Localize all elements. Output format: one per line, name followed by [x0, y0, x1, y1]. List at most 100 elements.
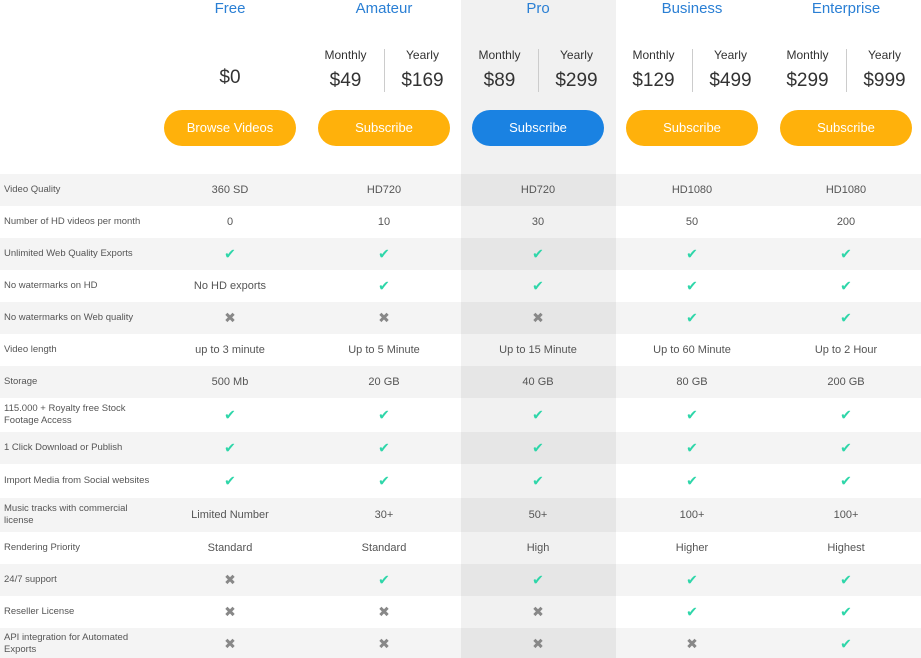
- check-icon: ✔: [840, 406, 852, 423]
- check-icon: ✔: [532, 245, 544, 262]
- check-icon: ✔: [686, 309, 698, 326]
- table-row: Number of HD videos per month 0 10 30 50 200: [0, 206, 921, 238]
- monthly-label: Monthly: [478, 48, 521, 62]
- check-icon: ✔: [686, 277, 698, 294]
- plan-pro: Pro Monthly $89 Yearly $299 Subscribe: [461, 0, 615, 160]
- plan-free: Free $0 Browse Videos: [153, 0, 307, 160]
- check-icon: ✔: [686, 406, 698, 423]
- feature-label: Reseller License: [4, 606, 75, 617]
- table-row: Music tracks with commercial license Limi…: [0, 498, 921, 532]
- feature-value: Up to 5 Minute: [348, 344, 420, 356]
- check-icon: ✔: [686, 571, 698, 588]
- yearly-amount: $169: [401, 70, 444, 91]
- yearly-price: Yearly $169: [384, 46, 461, 94]
- table-row: No watermarks on Web quality ✖ ✖ ✖ ✔ ✔: [0, 302, 921, 334]
- table-row: Reseller License ✖ ✖ ✖ ✔ ✔: [0, 596, 921, 628]
- check-icon: ✔: [378, 439, 390, 456]
- subscribe-enterprise-button[interactable]: Subscribe: [780, 110, 912, 146]
- check-icon: ✔: [840, 603, 852, 620]
- yearly-price: Yearly $499: [692, 46, 769, 94]
- check-icon: ✔: [532, 571, 544, 588]
- check-icon: ✔: [532, 439, 544, 456]
- check-icon: ✔: [378, 277, 390, 294]
- feature-value: HD1080: [671, 184, 713, 196]
- check-icon: ✔: [840, 439, 852, 456]
- check-icon: ✔: [532, 406, 544, 423]
- table-row: 24/7 support ✖ ✔ ✔ ✔ ✔: [0, 564, 921, 596]
- feature-label: Music tracks with commercial license: [4, 503, 128, 526]
- table-row: Import Media from Social websites ✔ ✔ ✔ ✔ ✔: [0, 464, 921, 498]
- cross-icon: ✖: [224, 309, 236, 326]
- pricing-page: Free $0 Browse Videos Amateur Monthly $4…: [0, 0, 921, 658]
- feature-label: 1 Click Download or Publish: [4, 442, 123, 453]
- table-row: Storage 500 Mb 20 GB 40 GB 80 GB 200 GB: [0, 366, 921, 398]
- feature-label: Import Media from Social websites: [4, 475, 150, 486]
- feature-label: Video length: [4, 344, 57, 355]
- check-icon: ✔: [840, 277, 852, 294]
- monthly-amount: $89: [483, 70, 516, 91]
- feature-value: 10: [377, 216, 391, 228]
- cross-icon: ✖: [224, 635, 236, 652]
- feature-value: Higher: [675, 542, 709, 554]
- table-row: Video length up to 3 minute Up to 5 Minute…: [0, 334, 921, 366]
- feature-label: No watermarks on HD: [4, 280, 98, 291]
- feature-value: 80 GB: [676, 376, 708, 388]
- price-block: Monthly $129 Yearly $499: [615, 46, 769, 94]
- feature-label: Number of HD videos per month: [4, 216, 141, 227]
- price-block: Monthly $299 Yearly $999: [769, 46, 921, 94]
- plan-name: Business: [661, 0, 723, 17]
- feature-value: HD1080: [825, 184, 867, 196]
- check-icon: ✔: [224, 439, 236, 456]
- feature-label: Unlimited Web Quality Exports: [4, 248, 133, 259]
- feature-value: 40 GB: [522, 376, 554, 388]
- monthly-amount: $129: [632, 70, 675, 91]
- feature-value: 360 SD: [211, 184, 249, 196]
- feature-value: Standard: [207, 542, 253, 554]
- monthly-label: Monthly: [324, 48, 367, 62]
- subscribe-pro-button[interactable]: Subscribe: [472, 110, 604, 146]
- yearly-amount: $999: [863, 70, 906, 91]
- feature-label: Video Quality: [4, 184, 61, 195]
- plan-business: Business Monthly $129 Yearly $499 Subscr…: [615, 0, 769, 160]
- cross-icon: ✖: [686, 635, 698, 652]
- feature-value: Limited Number: [191, 509, 269, 521]
- yearly-amount: $499: [709, 70, 752, 91]
- check-icon: ✔: [378, 571, 390, 588]
- price-block: Monthly $89 Yearly $299: [461, 46, 615, 94]
- cross-icon: ✖: [378, 635, 390, 652]
- table-row: Rendering Priority Standard Standard High Hi…: [0, 532, 921, 564]
- browse-videos-button[interactable]: Browse Videos: [164, 110, 296, 146]
- plan-name: Pro: [526, 0, 550, 17]
- monthly-price: Monthly $89: [461, 46, 538, 94]
- cross-icon: ✖: [378, 309, 390, 326]
- feature-value: 20 GB: [368, 376, 400, 388]
- feature-label: API integration for Automated Exports: [4, 632, 129, 655]
- price-block: Monthly $49 Yearly $169: [307, 46, 461, 94]
- feature-label: 24/7 support: [4, 574, 57, 585]
- subscribe-business-button[interactable]: Subscribe: [626, 110, 758, 146]
- check-icon: ✔: [378, 472, 390, 489]
- cross-icon: ✖: [224, 603, 236, 620]
- check-icon: ✔: [224, 245, 236, 262]
- subscribe-amateur-button[interactable]: Subscribe: [318, 110, 450, 146]
- feature-label: No watermarks on Web quality: [4, 312, 134, 323]
- feature-value: High: [526, 542, 550, 554]
- check-icon: ✔: [686, 245, 698, 262]
- table-row: Unlimited Web Quality Exports ✔ ✔ ✔ ✔ ✔: [0, 238, 921, 270]
- yearly-price: Yearly $299: [538, 46, 615, 94]
- feature-value: No HD exports: [193, 280, 267, 292]
- feature-value: HD720: [366, 184, 402, 196]
- feature-value: 100+: [679, 509, 705, 521]
- feature-value: Up to 60 Minute: [653, 344, 731, 356]
- check-icon: ✔: [532, 472, 544, 489]
- monthly-price: Monthly $299: [769, 46, 846, 94]
- table-row: No watermarks on HD No HD exports ✔ ✔ ✔ ✔: [0, 270, 921, 302]
- cross-icon: ✖: [532, 603, 544, 620]
- table-row: 1 Click Download or Publish ✔ ✔ ✔ ✔ ✔: [0, 432, 921, 464]
- plan-enterprise: Enterprise Monthly $299 Yearly $999 Subs…: [769, 0, 921, 160]
- check-icon: ✔: [686, 472, 698, 489]
- check-icon: ✔: [840, 245, 852, 262]
- plan-name: Free: [214, 0, 246, 17]
- yearly-amount: $299: [555, 70, 598, 91]
- monthly-label: Monthly: [632, 48, 675, 62]
